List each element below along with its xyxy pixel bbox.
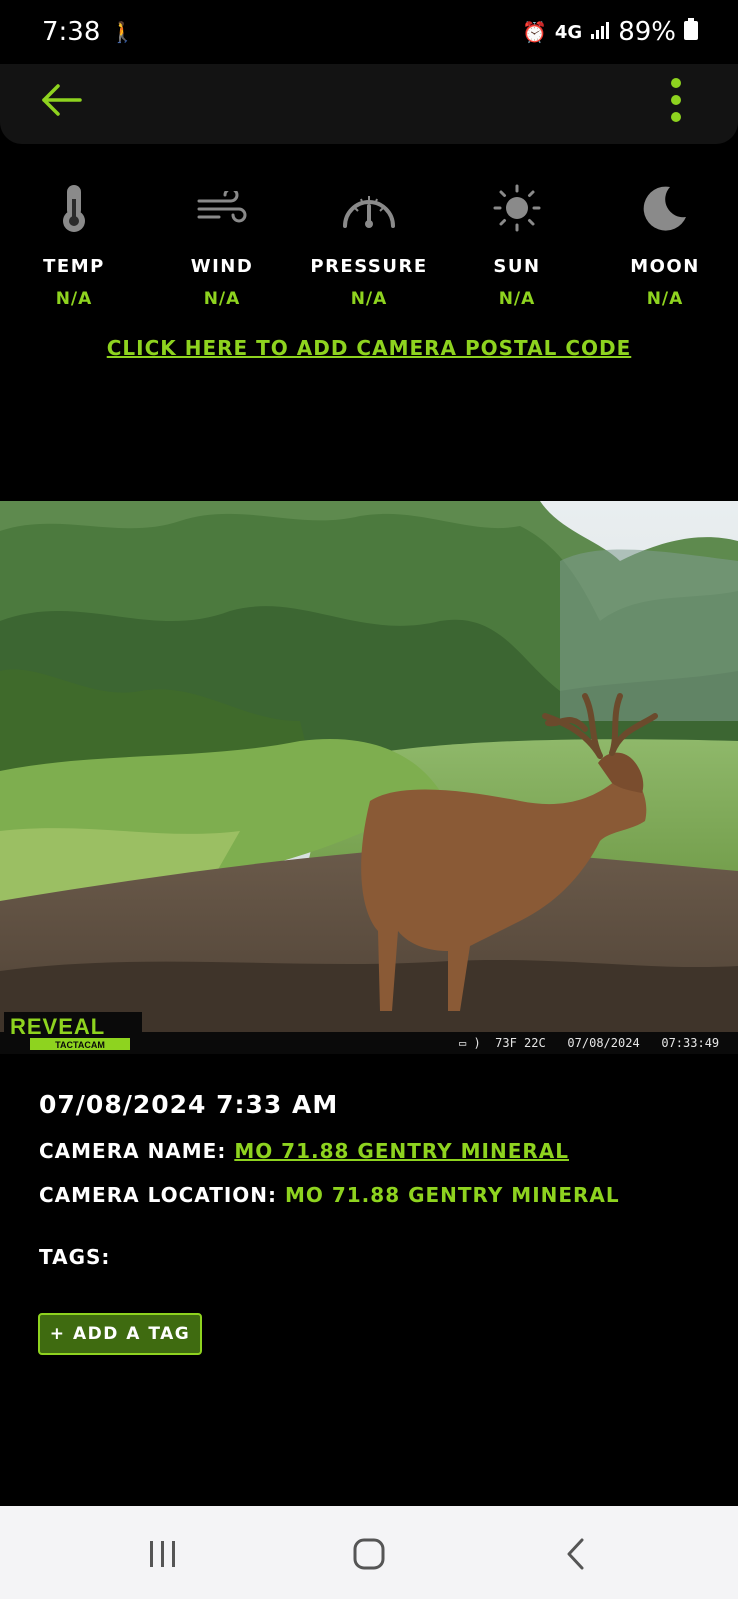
system-nav-bar <box>0 1506 738 1599</box>
thermometer-icon <box>63 185 85 232</box>
battery-level: 89% <box>618 17 676 47</box>
alarm-icon: ⏰ <box>521 20 547 44</box>
battery-icon <box>684 17 698 47</box>
moon-icon <box>643 186 686 231</box>
add-tag-button[interactable]: + ADD A TAG <box>38 1313 202 1355</box>
weather-panel: TEMP N/A WIND N/A PRESSURE N/A SUN N/A M… <box>0 178 738 318</box>
weather-value: N/A <box>646 289 684 309</box>
overlay-date: 07/08/2024 <box>567 1036 640 1050</box>
camera-name-link[interactable]: MO 71.88 GENTRY MINERAL <box>234 1139 569 1163</box>
weather-value: N/A <box>350 289 388 309</box>
weather-label: WIND <box>190 256 254 277</box>
recent-apps-button[interactable] <box>133 1534 193 1574</box>
overlay-time: 07:33:49 <box>661 1036 720 1050</box>
svg-text:TACTACAM: TACTACAM <box>55 1040 105 1050</box>
weather-value: N/A <box>203 289 241 309</box>
home-button[interactable] <box>339 1534 399 1574</box>
app-bar <box>0 64 738 144</box>
add-postal-code-link[interactable]: CLICK HERE TO ADD CAMERA POSTAL CODE <box>0 336 738 360</box>
photo-details: 07/08/2024 7:33 AM CAMERA NAME: MO 71.88… <box>39 1090 699 1269</box>
arrow-left-icon <box>42 84 82 116</box>
camera-location-label: CAMERA LOCATION: <box>39 1183 285 1207</box>
photo-datetime: 07/08/2024 7:33 AM <box>39 1090 339 1119</box>
wind-icon <box>197 191 247 223</box>
system-back-button[interactable] <box>546 1534 606 1574</box>
more-vertical-icon <box>671 78 681 88</box>
camera-location-row: CAMERA LOCATION: MO 71.88 GENTRY MINERAL <box>39 1183 699 1207</box>
more-options-button[interactable] <box>660 72 692 128</box>
camera-name-label: CAMERA NAME: <box>39 1139 235 1163</box>
status-time: 7:38 <box>42 17 101 47</box>
gauge-icon <box>343 196 395 228</box>
battery-mini-icon: ▭ <box>459 1036 467 1050</box>
camera-photo[interactable] <box>0 501 738 1054</box>
status-bar: 7:38 🚶 ⏰ 4G 89% <box>0 0 738 64</box>
reveal-logo: REVEAL TACTACAM <box>4 1012 142 1054</box>
overlay-temp: 73F 22C <box>495 1036 546 1050</box>
svg-text:REVEAL: REVEAL <box>10 1014 105 1039</box>
back-button[interactable] <box>40 78 84 122</box>
weather-label: MOON <box>630 256 700 277</box>
network-type: 4G <box>554 21 583 43</box>
photo-overlay-info: ▭ ) 73F 22C 07/08/2024 07:33:49 <box>459 1036 719 1050</box>
chevron-left-icon <box>567 1538 584 1570</box>
weather-wind: WIND N/A <box>152 178 292 309</box>
weather-temp: TEMP N/A <box>4 178 144 309</box>
weather-moon: MOON N/A <box>595 178 735 309</box>
weather-pressure: PRESSURE N/A <box>299 178 439 309</box>
weather-label: SUN <box>493 256 541 277</box>
weather-value: N/A <box>498 289 536 309</box>
camera-location-value: MO 71.88 GENTRY MINERAL <box>284 1183 620 1207</box>
tags-label: TAGS: <box>39 1245 111 1269</box>
weather-label: PRESSURE <box>310 256 428 277</box>
sun-icon <box>493 184 541 232</box>
weather-sun: SUN N/A <box>447 178 587 309</box>
walking-icon: 🚶 <box>110 20 136 44</box>
moon-phase-icon: ) <box>473 1036 481 1050</box>
camera-name-row: CAMERA NAME: MO 71.88 GENTRY MINERAL <box>39 1139 699 1163</box>
home-icon <box>353 1538 385 1570</box>
weather-label: TEMP <box>43 256 105 277</box>
recent-apps-icon <box>150 1541 175 1567</box>
weather-value: N/A <box>55 289 93 309</box>
trail-camera-image <box>0 501 738 1054</box>
signal-icon <box>590 17 610 47</box>
